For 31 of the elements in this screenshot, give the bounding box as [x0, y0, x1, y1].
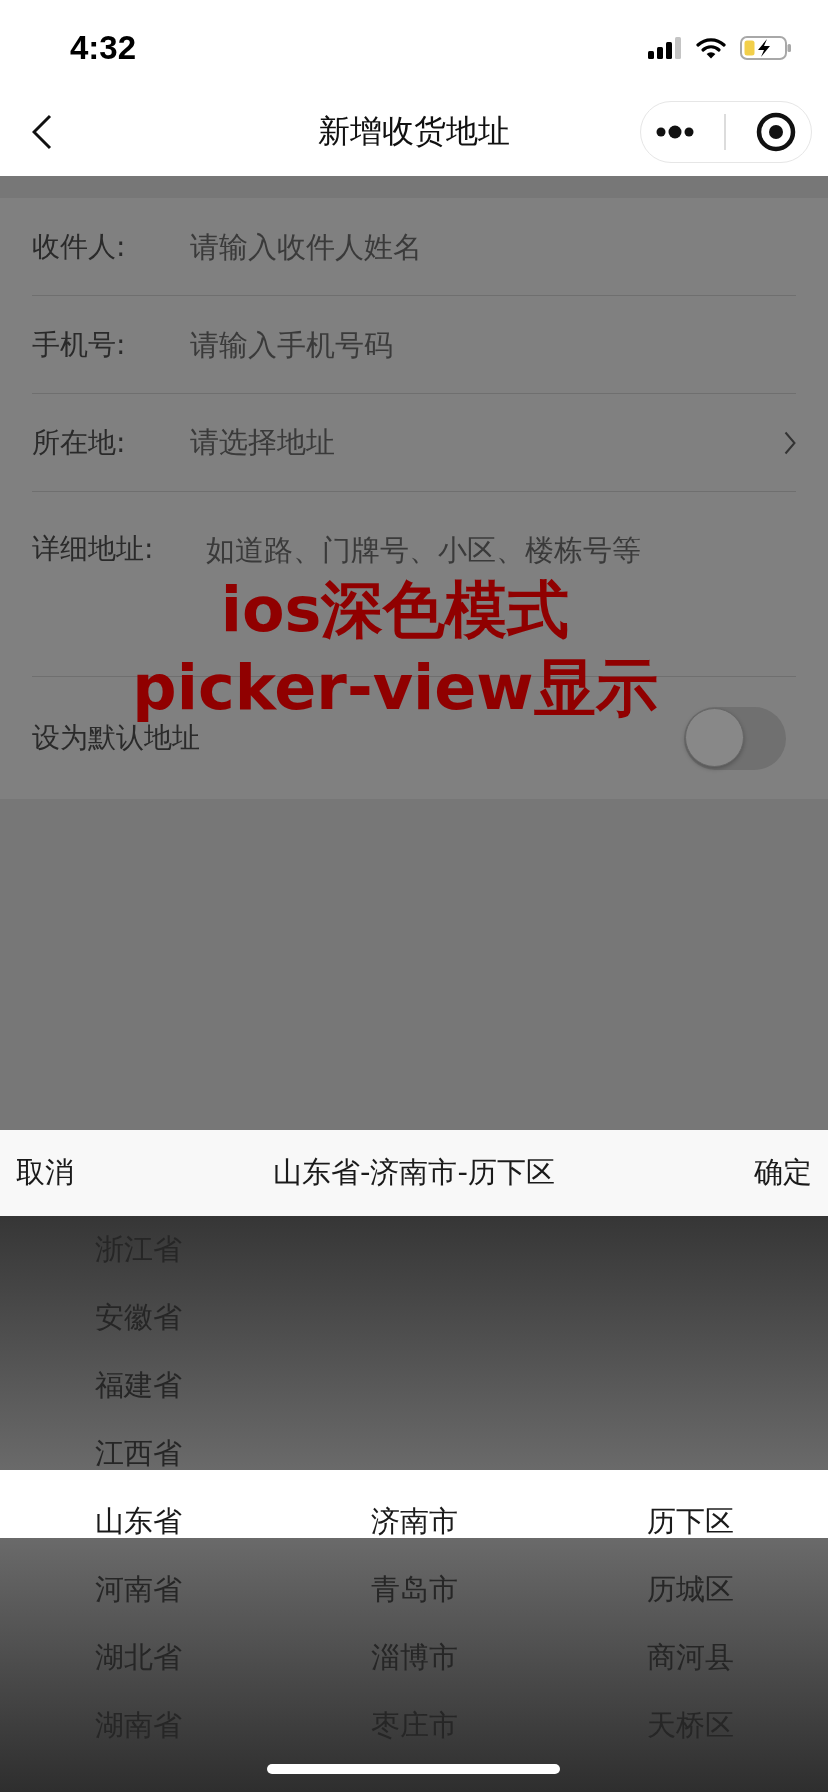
picker-option[interactable]: 历下区 — [646, 1502, 734, 1542]
picker-option[interactable]: 江西省 — [94, 1434, 182, 1474]
field-label: 设为默认地址 — [32, 721, 200, 755]
toggle-switch[interactable] — [684, 706, 786, 770]
textarea-field[interactable]: 如道路、门牌号、小区、楼栋号等 — [190, 530, 796, 570]
select-field[interactable]: 请选择地址 — [190, 420, 796, 465]
annotation-text: picker-view显示 — [132, 652, 658, 723]
back-icon[interactable] — [32, 114, 52, 150]
input-field[interactable]: 请输入收件人姓名 — [190, 224, 796, 269]
picker-option[interactable]: 河南省 — [94, 1570, 182, 1610]
battery-icon — [740, 36, 792, 60]
picker-option[interactable]: 济南市 — [370, 1502, 458, 1542]
cancel-button[interactable]: 取消 — [16, 1153, 74, 1193]
confirm-button[interactable]: 确定 — [754, 1153, 812, 1193]
chevron-right-icon — [784, 430, 796, 455]
wifi-icon — [696, 37, 726, 59]
target-icon[interactable] — [755, 112, 796, 152]
dots-icon[interactable] — [656, 125, 695, 139]
picker-option[interactable]: 青岛市 — [370, 1570, 458, 1610]
page-title: 新增收货地址 — [318, 111, 510, 152]
field-label: 详细地址: — [32, 532, 155, 566]
picker-option[interactable]: 山东省 — [94, 1502, 182, 1542]
annotation-text: ios深色模式 — [220, 574, 570, 645]
signal-icon — [648, 37, 682, 59]
field-label: 所在地: — [32, 425, 127, 460]
field-label: 收件人: — [32, 229, 127, 264]
picker-title: 山东省-济南市-历下区 — [273, 1154, 555, 1191]
picker-option[interactable]: 历城区 — [646, 1570, 734, 1610]
field-label: 手机号: — [32, 327, 127, 362]
input-field[interactable]: 请输入手机号码 — [190, 322, 796, 367]
status-time: 4:32 — [70, 29, 137, 67]
